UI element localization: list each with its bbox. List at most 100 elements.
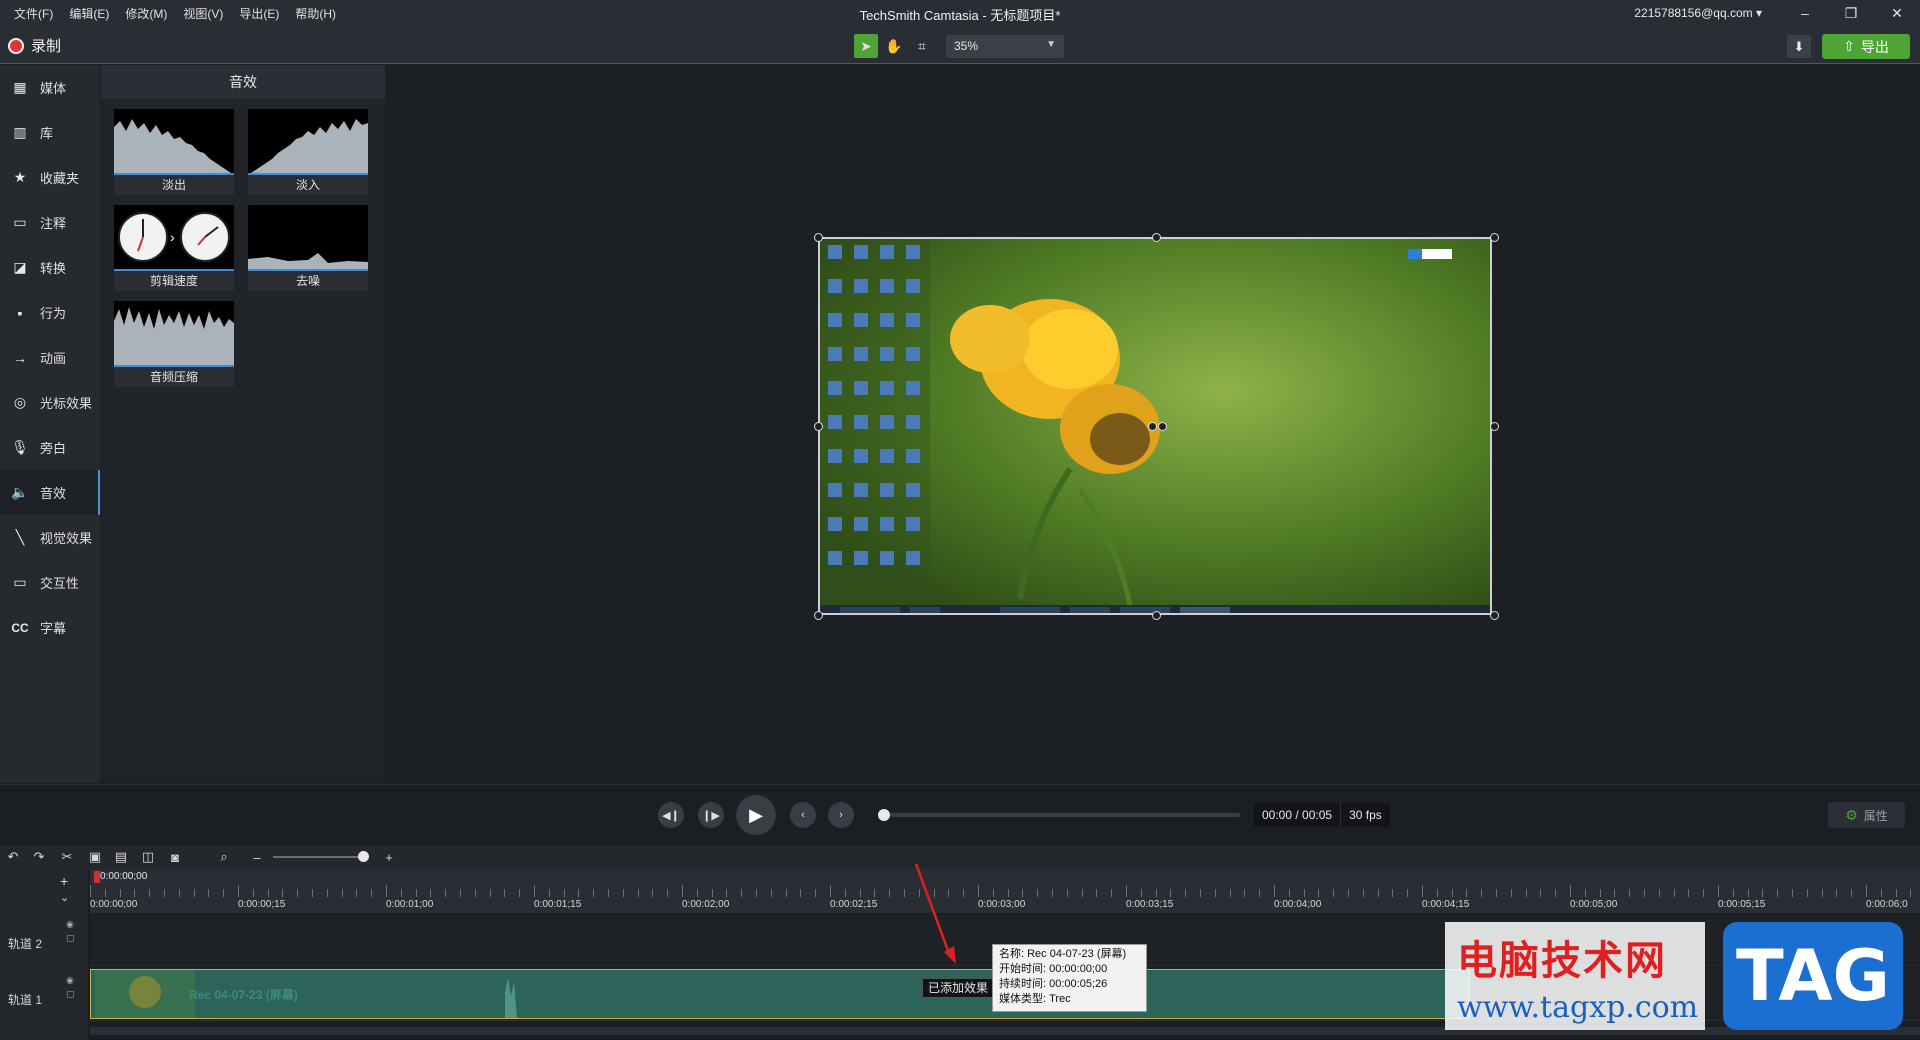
resize-handle-bottom-right[interactable]: [1490, 611, 1499, 620]
scrub-knob[interactable]: [878, 809, 890, 821]
media-clip[interactable]: Rec 04-07-23 (屏幕): [90, 969, 1470, 1019]
snapshot-button[interactable]: ◙: [166, 848, 184, 866]
ruler-tick: [252, 889, 254, 897]
ruler-tick: [1111, 889, 1113, 897]
account-menu[interactable]: 2215788156@qq.com ▾: [1634, 6, 1762, 20]
menu-modify[interactable]: 修改(M): [117, 5, 175, 22]
resize-handle-bottom[interactable]: [1152, 611, 1161, 620]
add-track-button[interactable]: +: [60, 873, 68, 889]
step-forward-button[interactable]: ❙▶: [698, 802, 724, 828]
ruler-tick: [1200, 889, 1201, 897]
ruler-tick: [149, 889, 151, 897]
sidebar-item-annotations[interactable]: ▭ 注释: [0, 200, 100, 245]
resize-handle-left[interactable]: [814, 422, 823, 431]
split-button[interactable]: ◫: [139, 848, 157, 866]
effect-audio-compression[interactable]: 音频压缩: [114, 301, 234, 389]
sidebar-item-favorites[interactable]: ★ 收藏夹: [0, 155, 100, 200]
menu-file[interactable]: 文件(F): [6, 5, 61, 22]
resize-handle-top-right[interactable]: [1490, 233, 1499, 242]
sidebar-item-visual-effects[interactable]: ╲ 视觉效果: [0, 515, 100, 560]
track-1-controls[interactable]: ◉ ▢: [66, 973, 75, 1001]
previous-marker-button[interactable]: ‹: [790, 802, 816, 828]
ruler-tick: [1910, 889, 1912, 897]
camtasia-window: 文件(F) 编辑(E) 修改(M) 视图(V) 导出(E) 帮助(H) Tech…: [0, 0, 1920, 1040]
tooltip-name: 名称: Rec 04-07-23 (屏幕): [999, 948, 1127, 960]
cut-button[interactable]: ✂: [58, 848, 76, 866]
menu-edit[interactable]: 编辑(E): [61, 5, 117, 22]
menu-export[interactable]: 导出(E): [231, 5, 287, 22]
time-code: 00:00 / 00:05: [1262, 808, 1333, 822]
zoom-fit-button[interactable]: ⌕: [215, 848, 233, 866]
zoom-out-button[interactable]: –: [248, 848, 266, 866]
redo-button[interactable]: ↷: [30, 848, 48, 866]
download-button[interactable]: ⬇: [1787, 35, 1811, 58]
ruler-tick: [90, 885, 91, 897]
track-2-name: 轨道 2: [8, 937, 43, 951]
step-back-button[interactable]: ◀❙: [658, 802, 684, 828]
preview-canvas[interactable]: [386, 65, 1920, 783]
window-controls: 2215788156@qq.com ▾ – ❐ ✕: [1634, 0, 1920, 26]
sidebar-item-transitions[interactable]: ◪ 转换: [0, 245, 100, 290]
speaker-icon: 🔈: [11, 484, 29, 500]
undo-button[interactable]: ↶: [4, 848, 22, 866]
export-button[interactable]: ⇧ 导出: [1822, 34, 1910, 59]
ruler-tick: [326, 889, 328, 897]
added-effect-label: 已添加效果: [922, 978, 995, 998]
timeline-zoom-track[interactable]: [273, 856, 367, 858]
sidebar-item-cursor-effects[interactable]: ◎ 光标效果: [0, 380, 100, 425]
rotate-handle[interactable]: [1148, 422, 1157, 431]
ruler-tick: [1244, 889, 1246, 897]
timeline-zoom-knob[interactable]: [358, 851, 369, 862]
sidebar-item-library[interactable]: ▥ 库: [0, 110, 100, 155]
resize-handle-top-left[interactable]: [814, 233, 823, 242]
sidebar-item-audio-effects[interactable]: 🔈 音效: [0, 470, 100, 515]
ruler-label: 0:00:03;15: [1126, 899, 1174, 910]
sidebar-item-animations[interactable]: → 动画: [0, 335, 100, 380]
sidebar-item-media[interactable]: ▦ 媒体: [0, 65, 100, 110]
crop-tool-button[interactable]: ⌗: [910, 34, 934, 58]
clip-label: Rec 04-07-23 (屏幕): [189, 988, 298, 1002]
scrub-track[interactable]: [884, 813, 1240, 817]
ruler-label: 0:00:03;00: [978, 899, 1026, 910]
step-back-icon: ◀❙: [662, 809, 680, 822]
effect-clip-speed[interactable]: › 剪辑速度: [114, 205, 234, 293]
caret-down-icon: ▼: [1046, 39, 1056, 50]
rotate-handle[interactable]: [1158, 422, 1167, 431]
sidebar-item-interactivity[interactable]: ▭ 交互性: [0, 560, 100, 605]
ruler-tick: [312, 889, 313, 897]
menu-view[interactable]: 视图(V): [175, 5, 231, 22]
play-button[interactable]: ▶: [736, 795, 776, 835]
pan-tool-button[interactable]: ✋: [882, 34, 906, 58]
behavior-icon: ▪: [17, 304, 23, 321]
ruler-tick: [1821, 889, 1823, 897]
ruler-tick: [371, 889, 373, 897]
effect-fade-in[interactable]: 淡入: [248, 109, 368, 197]
restore-button[interactable]: ❐: [1828, 0, 1874, 26]
properties-button[interactable]: ⚙ 属性: [1828, 802, 1905, 828]
timeline-ruler[interactable]: 0:00:00;00 0:00:00;15 0:00:01;00 0:00:01…: [90, 869, 1920, 913]
paste-button[interactable]: ▤: [112, 848, 130, 866]
ruler-tick: [238, 885, 239, 897]
zoom-in-button[interactable]: +: [380, 848, 398, 866]
download-icon: ⬇: [1793, 38, 1805, 54]
effect-fade-out[interactable]: 淡出: [114, 109, 234, 197]
next-marker-button[interactable]: ›: [828, 802, 854, 828]
close-button[interactable]: ✕: [1874, 0, 1920, 26]
zoom-dropdown[interactable]: 35% ▼: [946, 35, 1064, 58]
sidebar-item-behaviors[interactable]: ▪ 行为: [0, 290, 100, 335]
menu-help[interactable]: 帮助(H): [287, 5, 344, 22]
copy-button[interactable]: ▣: [86, 848, 104, 866]
select-tool-button[interactable]: ➤: [854, 34, 878, 58]
minimize-button[interactable]: –: [1782, 0, 1828, 26]
fade-in-thumbnail: [248, 109, 368, 175]
resize-handle-right[interactable]: [1490, 422, 1499, 431]
resize-handle-top[interactable]: [1152, 233, 1161, 242]
sidebar-item-captions[interactable]: CC 字幕: [0, 605, 100, 650]
sidebar-item-narration[interactable]: 🎙 旁白: [0, 425, 100, 470]
collapse-tracks-button[interactable]: ⌄: [60, 891, 69, 904]
effect-noise-removal[interactable]: 去噪: [248, 205, 368, 293]
track-2-controls[interactable]: ◉ ▢: [66, 917, 75, 945]
redo-icon: ↷: [33, 849, 45, 864]
record-button[interactable]: 录制: [8, 35, 61, 56]
resize-handle-bottom-left[interactable]: [814, 611, 823, 620]
